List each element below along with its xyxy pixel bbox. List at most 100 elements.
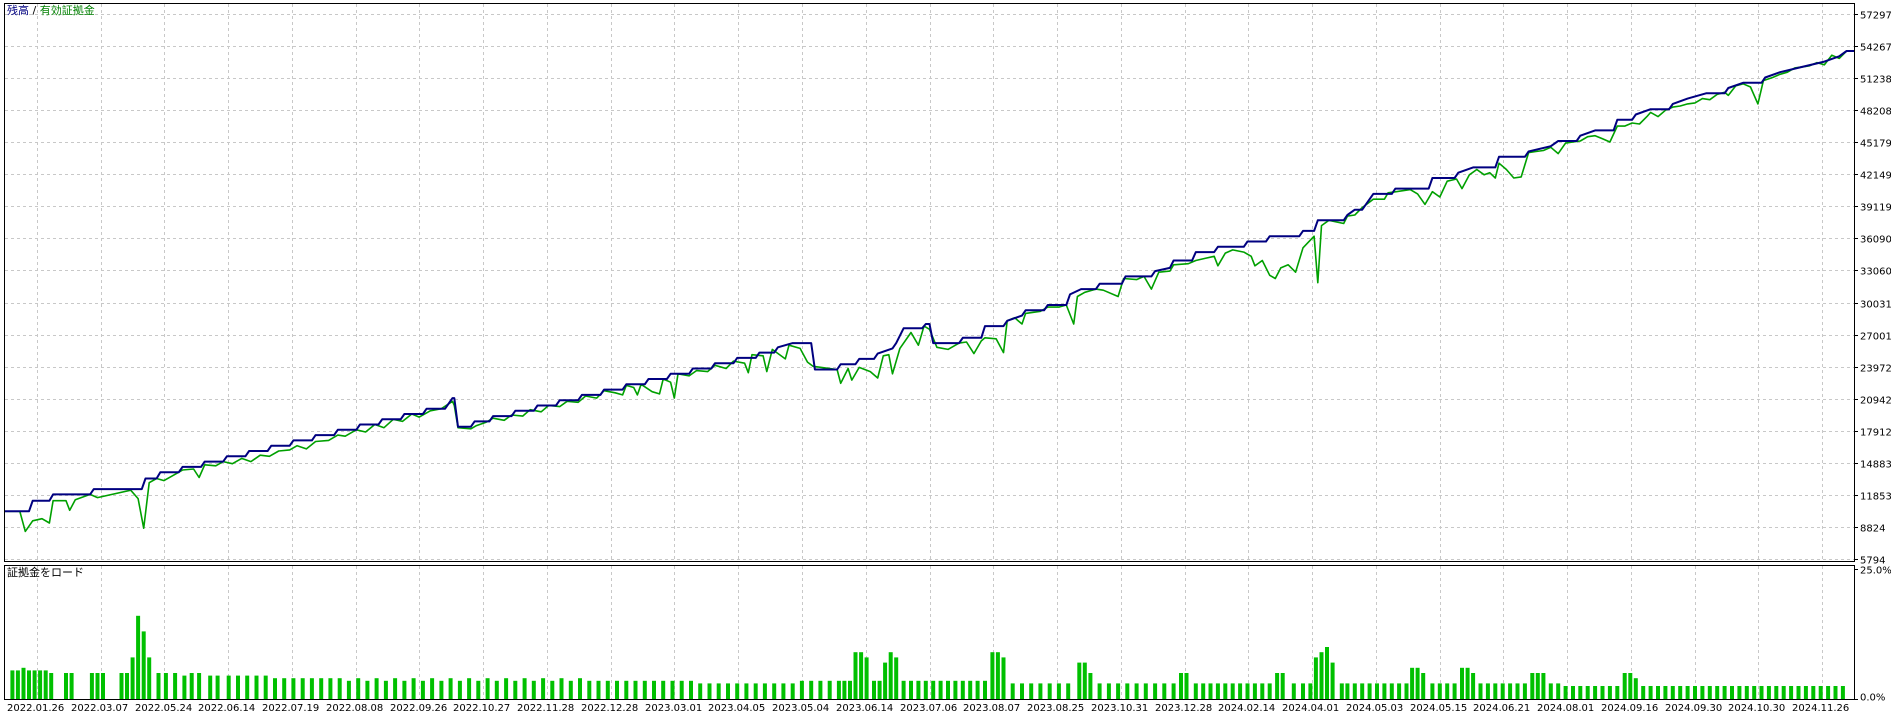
margin-load-bar — [1421, 673, 1426, 699]
margin-load-bar — [853, 652, 858, 699]
legend-separator: / — [29, 4, 40, 17]
margin-load-bar — [1522, 683, 1527, 699]
x-tick-label: 2022.05.24 — [135, 703, 192, 713]
x-tick-label: 2022.07.19 — [262, 703, 319, 713]
margin-load-bar — [1116, 683, 1121, 699]
margin-load-bar — [1722, 686, 1727, 699]
margin-load-bar — [679, 680, 684, 699]
y-tick-label: 17912 — [1860, 428, 1891, 439]
margin-load-bar — [1106, 683, 1111, 699]
margin-load-bar — [1752, 686, 1757, 699]
y-tick-label: 57297 — [1860, 11, 1891, 22]
y-tick-label: 23972 — [1860, 364, 1891, 375]
margin-load-bar — [1493, 683, 1498, 699]
margin-load-bar — [916, 680, 921, 699]
margin-load-bar — [420, 680, 425, 699]
margin-load-bar — [1678, 686, 1683, 699]
margin-load-bar — [1301, 683, 1305, 699]
margin-load-bar — [1179, 673, 1183, 699]
margin-load-bar — [411, 678, 416, 699]
margin-load-bar — [457, 680, 462, 699]
x-tick-label: 2023.05.04 — [772, 703, 829, 713]
margin-load-bar — [1223, 683, 1228, 699]
margin-load-bar — [1700, 686, 1705, 699]
margin-load-bar — [1663, 686, 1668, 699]
margin-load-bar — [1833, 686, 1838, 699]
margin-load-bar — [504, 678, 509, 699]
margin-load-bar — [883, 662, 888, 699]
margin-load-bar — [615, 680, 619, 699]
margin-load-bar — [125, 673, 129, 699]
margin-load-bar — [1530, 673, 1535, 699]
margin-load-bar — [859, 652, 864, 699]
margin-load-bar — [707, 683, 712, 699]
margin-load-bar — [642, 680, 647, 699]
margin-load-bar — [772, 683, 777, 699]
margin-load-bar — [1415, 667, 1420, 699]
margin-load-bar — [1515, 683, 1520, 699]
margin-load-bar — [1670, 686, 1675, 699]
margin-load-bar — [1445, 683, 1450, 699]
margin-load-bar — [439, 680, 444, 699]
margin-load-bar — [1541, 673, 1546, 699]
x-tick-label: 2023.08.07 — [963, 703, 1020, 713]
margin-load-bar — [1291, 683, 1296, 699]
margin-load-bar — [1010, 683, 1015, 699]
margin-load-bar — [652, 680, 656, 699]
margin-load-bar — [1811, 686, 1816, 699]
margin-load-bar — [1308, 683, 1313, 699]
margin-load-bar — [762, 683, 767, 699]
margin-load-bar — [374, 678, 379, 699]
margin-load-bar — [1153, 683, 1158, 699]
margin-load-bar — [236, 675, 240, 699]
margin-load-bar — [189, 673, 194, 699]
margin-load-bar — [69, 673, 74, 699]
x-tick-label: 2024.08.01 — [1537, 703, 1594, 713]
margin-load-bar — [1818, 686, 1823, 699]
margin-load-bar — [1410, 667, 1415, 699]
margin-load-bar — [848, 680, 852, 699]
x-tick-label: 2023.03.01 — [645, 703, 702, 713]
margin-load-bar — [1001, 657, 1006, 699]
margin-load-bar — [245, 675, 250, 699]
margin-load-bar — [49, 673, 54, 699]
margin-load-bar — [894, 657, 899, 699]
margin-load-bar — [923, 680, 928, 699]
margin-load-bar — [1260, 683, 1265, 699]
margin-load-bar — [21, 667, 26, 699]
margin-load-bar — [1633, 678, 1638, 699]
legend-balance: 残高 — [7, 3, 29, 17]
margin-load-bar — [383, 680, 388, 699]
x-tick-label: 2023.07.06 — [900, 703, 957, 713]
margin-load-bar — [402, 680, 407, 699]
margin-load-bar — [328, 678, 333, 699]
margin-load-bar — [309, 678, 314, 699]
x-tick-label: 2024.09.16 — [1601, 703, 1658, 713]
legend: 残高 / 有効証拠金 — [7, 3, 95, 17]
legend-equity: 有効証拠金 — [40, 3, 95, 17]
margin-load-bar — [1082, 662, 1087, 699]
margin-load-bar — [64, 673, 68, 699]
y-tick-label: 48208 — [1860, 107, 1891, 118]
margin-load-bar — [1215, 683, 1220, 699]
margin-load-bar — [1275, 673, 1280, 699]
y-tick-label: 36090 — [1860, 235, 1891, 246]
margin-load-bar — [1162, 683, 1167, 699]
margin-load-bar — [163, 673, 168, 699]
margin-load-bar — [541, 678, 546, 699]
margin-load-bar — [1789, 686, 1794, 699]
x-tick-label: 2024.06.21 — [1473, 703, 1530, 713]
margin-load-bar — [173, 673, 178, 699]
margin-load-bar — [1759, 686, 1764, 699]
y-tick-label: 30031 — [1860, 300, 1891, 311]
margin-load-bar — [990, 652, 995, 699]
margin-load-bar — [1607, 686, 1612, 699]
x-tick-label: 2022.09.26 — [390, 703, 447, 713]
margin-load-bar — [842, 680, 847, 699]
margin-load-bar — [1345, 683, 1350, 699]
y-tick-label: 14883 — [1860, 460, 1891, 471]
margin-load-bar — [1615, 686, 1620, 699]
margin-load-bar — [1201, 683, 1206, 699]
margin-load-bar — [698, 683, 703, 699]
x-tick-label: 2022.11.28 — [517, 703, 574, 713]
